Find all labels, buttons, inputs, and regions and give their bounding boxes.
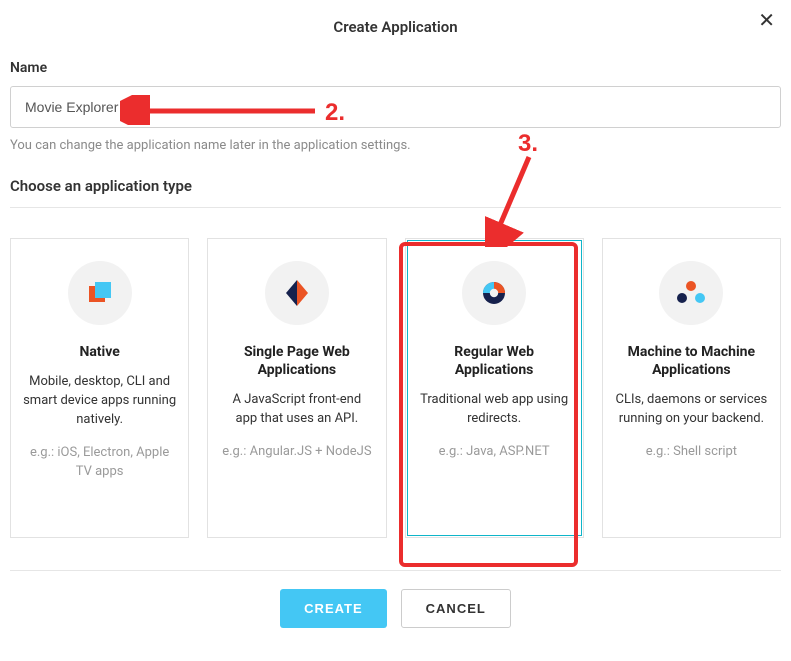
card-example: e.g.: Java, ASP.NET (418, 443, 571, 462)
card-desc: A JavaScript front-end app that uses an … (220, 391, 373, 429)
cancel-button[interactable]: Cancel (401, 589, 511, 628)
card-desc: Traditional web app using redirects. (418, 391, 571, 429)
card-example: e.g.: iOS, Electron, Apple TV apps (23, 444, 176, 482)
card-m2m[interactable]: Machine to Machine Applications CLIs, da… (602, 238, 781, 538)
dialog-footer: Create Cancel (10, 570, 781, 646)
annotation-label-3: 3. (518, 130, 538, 158)
name-helper-text: You can change the application name late… (10, 138, 781, 153)
card-regular-web[interactable]: Regular Web Applications Traditional web… (405, 238, 584, 538)
card-title: Single Page Web Applications (220, 343, 373, 379)
card-title: Regular Web Applications (418, 343, 571, 379)
create-application-dialog: Create Application ✕ Name You can change… (0, 0, 791, 646)
dialog-title: Create Application (10, 14, 781, 54)
native-icon (68, 261, 132, 325)
card-example: e.g.: Shell script (615, 443, 768, 462)
card-native[interactable]: Native Mobile, desktop, CLI and smart de… (10, 238, 189, 538)
spa-icon (265, 261, 329, 325)
card-spa[interactable]: Single Page Web Applications A JavaScrip… (207, 238, 386, 538)
card-desc: Mobile, desktop, CLI and smart device ap… (23, 373, 176, 430)
web-icon (462, 261, 526, 325)
app-type-cards: Native Mobile, desktop, CLI and smart de… (10, 238, 781, 538)
card-example: e.g.: Angular.JS + NodeJS (220, 443, 373, 462)
card-title: Native (23, 343, 176, 361)
card-desc: CLIs, daemons or services running on you… (615, 391, 768, 429)
close-button[interactable]: ✕ (758, 10, 775, 30)
create-button[interactable]: Create (280, 589, 386, 628)
annotation-label-2: 2. (325, 99, 345, 127)
choose-type-heading: Choose an application type (10, 177, 781, 208)
name-label: Name (10, 60, 781, 76)
m2m-icon (659, 261, 723, 325)
name-input[interactable] (10, 86, 781, 128)
card-title: Machine to Machine Applications (615, 343, 768, 379)
